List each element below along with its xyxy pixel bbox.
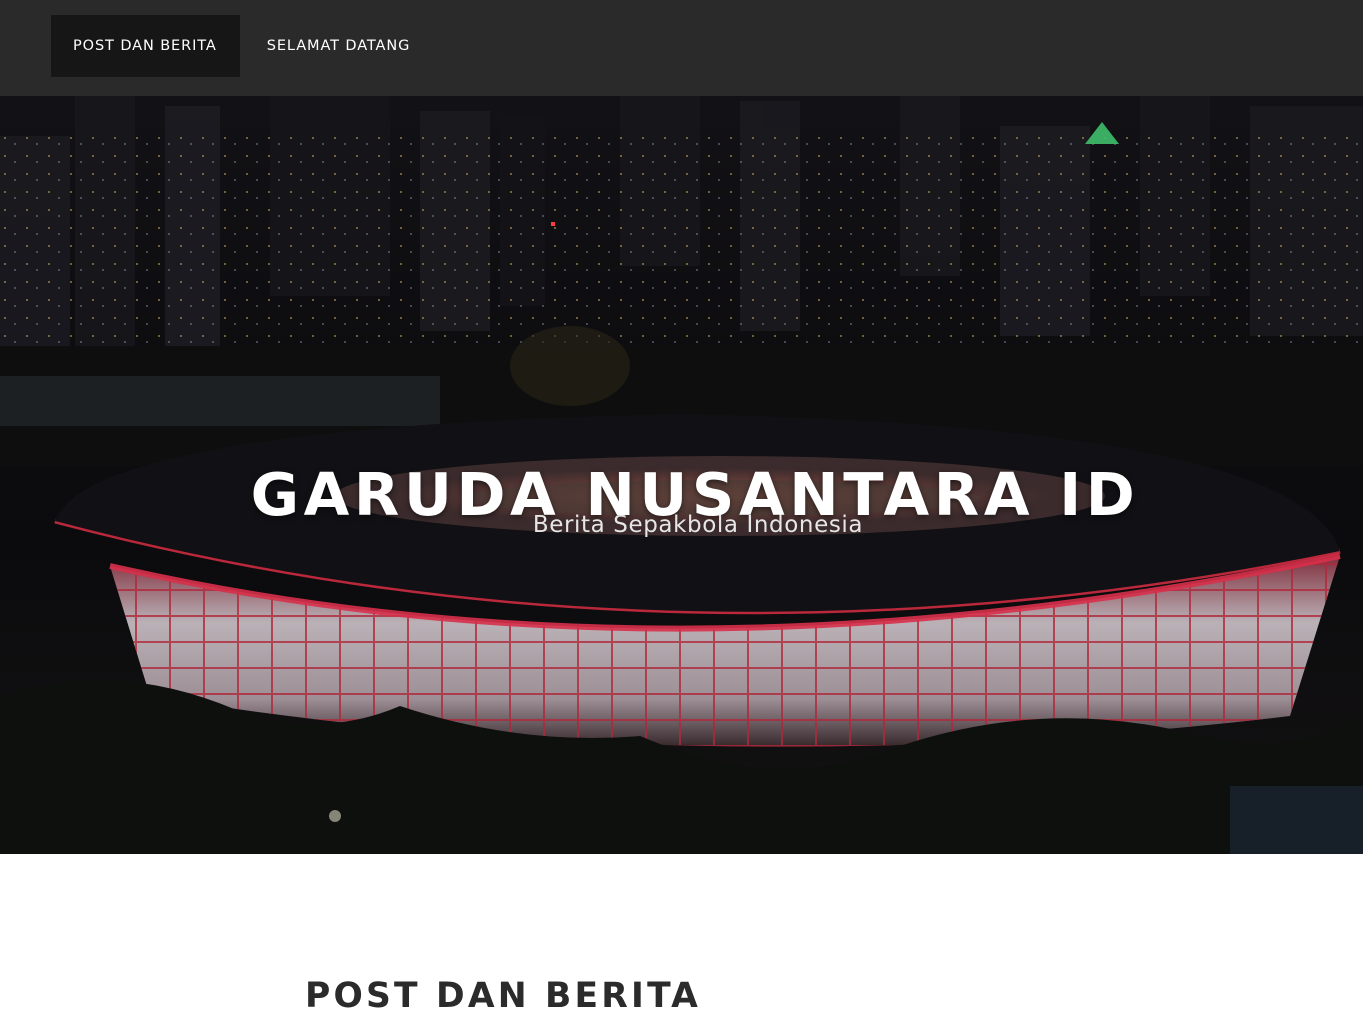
top-navigation-bar: POST DAN BERITA SELAMAT DATANG bbox=[0, 0, 1363, 96]
hero-banner: GARUDA NUSANTARA ID Berita Sepakbola Ind… bbox=[0, 96, 1363, 854]
site-tagline: Berita Sepakbola Indonesia bbox=[532, 512, 864, 538]
primary-menu: POST DAN BERITA SELAMAT DATANG bbox=[51, 15, 433, 77]
menu-item-post-dan-berita[interactable]: POST DAN BERITA bbox=[51, 15, 240, 77]
menu-item-selamat-datang[interactable]: SELAMAT DATANG bbox=[240, 15, 434, 77]
section-heading: POST DAN BERITA bbox=[305, 976, 702, 1016]
